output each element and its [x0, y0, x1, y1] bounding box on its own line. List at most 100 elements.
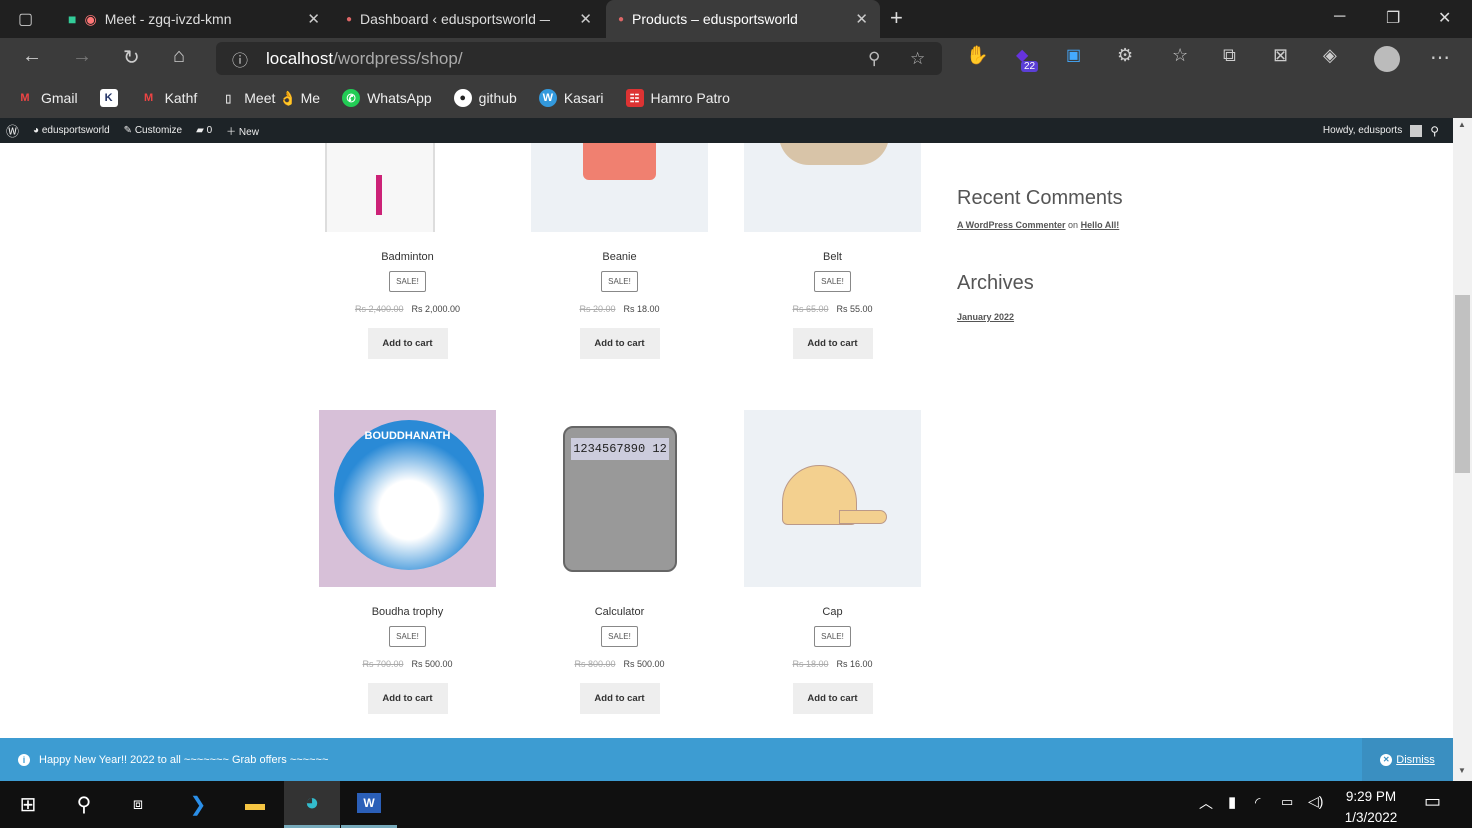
product-title[interactable]: Belt — [744, 251, 921, 263]
gmail-icon: M — [20, 92, 30, 104]
adminbar-customize[interactable]: ✎ Customize — [124, 125, 182, 136]
dashboard-icon: ◕ — [33, 125, 40, 136]
adminbar-site[interactable]: ◕ edusportsworld — [33, 125, 110, 136]
minimize-button[interactable]: ─ — [1334, 8, 1345, 26]
collections-icon[interactable]: ⧉ — [1223, 45, 1236, 66]
edge-button[interactable]: ◕ — [284, 781, 340, 828]
sale-price: Rs 2,000.00 — [411, 304, 461, 314]
scrollbar-thumb[interactable] — [1455, 295, 1470, 473]
add-to-cart-button[interactable]: Add to cart — [367, 683, 448, 714]
bookmark-meet-me[interactable]: ▯ Meet 👌 Me — [219, 89, 320, 107]
zoom-icon[interactable]: ⚲ — [868, 49, 880, 69]
more-menu-icon[interactable]: ⋯ — [1430, 45, 1450, 70]
scroll-down-icon[interactable]: ▼ — [1458, 766, 1466, 775]
tab-dashboard[interactable]: ● Dashboard ‹ edusportsworld — \ ✕ — [334, 0, 604, 38]
tab-meet[interactable]: ■ ◉ Meet - zgq-ivzd-kmn ✕ — [56, 0, 332, 38]
product-image-beanie[interactable] — [531, 143, 708, 232]
clock-date: 1/3/2022 — [1344, 810, 1398, 825]
dismiss-button[interactable]: ✕ Dismiss — [1362, 738, 1453, 781]
bookmark-kathf[interactable]: M Kathf — [140, 89, 197, 107]
microphone-icon[interactable]: ▮ — [1228, 793, 1236, 811]
favorites-icon[interactable]: ☆ — [1172, 45, 1188, 66]
product-image-boudha-trophy[interactable]: BOUDDHANATH — [319, 410, 496, 587]
search-icon: ⚲ — [76, 794, 92, 816]
bookmark-kasari[interactable]: W Kasari — [538, 89, 604, 107]
close-tab-icon[interactable]: ✕ — [307, 10, 320, 28]
volume-icon[interactable]: ◁) — [1308, 793, 1323, 810]
address-bar[interactable]: ⓘ localhost/wordpress/shop/ ⚲ ☆ — [216, 42, 942, 75]
product-price: Rs 800.00 Rs 500.00 — [531, 659, 708, 669]
restore-button[interactable]: ❐ — [1386, 8, 1400, 28]
product-card: 1234567890 12 Calculator SALE! Rs 800.00… — [531, 410, 708, 714]
bookmark-whatsapp[interactable]: ✆ WhatsApp — [342, 89, 432, 107]
add-to-cart-button[interactable]: Add to cart — [367, 328, 448, 359]
howdy-user[interactable]: Howdy, edusports — [1323, 125, 1402, 136]
sidebar: Recent Comments A WordPress Commenter on… — [957, 187, 1257, 325]
search-button[interactable]: ⚲ — [56, 781, 112, 828]
product-title[interactable]: Badminton — [319, 251, 496, 263]
extensions-icon[interactable]: ⚙ — [1117, 45, 1133, 66]
add-favorite-icon[interactable]: ☆ — [910, 49, 925, 69]
refresh-icon[interactable]: ↻ — [123, 45, 140, 70]
back-icon[interactable]: ← — [22, 45, 42, 68]
product-title[interactable]: Boudha trophy — [319, 606, 496, 618]
add-to-cart-button[interactable]: Add to cart — [579, 328, 660, 359]
sale-badge: SALE! — [389, 626, 426, 647]
product-title[interactable]: Cap — [744, 606, 921, 618]
profile-avatar[interactable] — [1374, 46, 1400, 72]
product-title[interactable]: Calculator — [531, 606, 708, 618]
bookmark-label: WhatsApp — [367, 90, 432, 106]
bookmark-k[interactable]: K — [99, 89, 118, 107]
extension-badge: 22 — [1021, 61, 1039, 72]
close-tab-icon[interactable]: ✕ — [855, 10, 868, 28]
add-to-cart-button[interactable]: Add to cart — [579, 683, 660, 714]
comment-post-link[interactable]: Hello All! — [1081, 220, 1120, 230]
word-button[interactable]: W — [341, 781, 397, 828]
wifi-icon[interactable]: ◜ — [1255, 794, 1260, 811]
close-tab-icon[interactable]: ✕ — [579, 10, 592, 28]
bookmark-hamro-patro[interactable]: ☷ Hamro Patro — [625, 89, 730, 107]
new-tab-button[interactable]: + — [890, 5, 903, 31]
clock[interactable]: 9:29 PM 1/3/2022 — [1336, 786, 1406, 828]
product-image-belt[interactable] — [744, 143, 921, 232]
comment-author-link[interactable]: A WordPress Commenter — [957, 220, 1066, 230]
old-price: Rs 700.00 — [362, 659, 404, 669]
vscode-button[interactable]: ❯ — [170, 781, 226, 828]
product-image-badminton[interactable] — [319, 143, 496, 232]
start-button[interactable]: ⊞ — [0, 781, 56, 828]
bookmark-label: Gmail — [41, 90, 78, 106]
tab-actions-icon[interactable]: ▢ — [18, 9, 33, 29]
product-image-cap[interactable] — [744, 410, 921, 587]
tab-label: Dashboard ‹ edusportsworld — \ — [360, 11, 551, 27]
product-card: Cap SALE! Rs 18.00 Rs 16.00 Add to cart — [744, 410, 921, 714]
meet-icon: ■ — [68, 11, 77, 27]
math-solver-icon[interactable]: ⊠ — [1273, 45, 1288, 66]
search-icon[interactable]: ⚲ — [1430, 124, 1439, 138]
forward-icon[interactable]: → — [72, 45, 92, 68]
file-explorer-button[interactable]: ▬ — [227, 781, 283, 828]
performance-icon[interactable]: ◈ — [1323, 45, 1337, 66]
scroll-up-icon[interactable]: ▲ — [1458, 120, 1466, 129]
task-view-button[interactable]: ⧈ — [110, 781, 166, 828]
home-icon[interactable]: ⌂ — [173, 45, 185, 68]
info-icon: i — [18, 753, 30, 766]
tab-products[interactable]: ● Products – edusportsworld ✕ — [606, 0, 880, 38]
bookmark-gmail[interactable]: M Gmail — [16, 89, 78, 107]
archive-link[interactable]: January 2022 — [957, 312, 1014, 322]
battery-icon[interactable]: ▭ — [1281, 794, 1293, 810]
extension-stop-icon[interactable]: ✋ — [966, 45, 988, 66]
extension-fi-icon[interactable]: ▣ — [1066, 45, 1081, 65]
adminbar-comments[interactable]: ▰ 0 — [196, 125, 212, 136]
add-to-cart-button[interactable]: Add to cart — [792, 683, 873, 714]
product-image-calculator[interactable]: 1234567890 12 — [531, 410, 708, 587]
product-title[interactable]: Beanie — [531, 251, 708, 263]
show-hidden-icons[interactable]: ︿ — [1199, 793, 1213, 813]
close-window-button[interactable]: ✕ — [1438, 8, 1451, 28]
add-to-cart-button[interactable]: Add to cart — [792, 328, 873, 359]
old-price: Rs 65.00 — [792, 304, 829, 314]
task-view-icon: ⧈ — [132, 795, 144, 813]
bookmark-github[interactable]: ● github — [453, 89, 517, 107]
notifications-icon[interactable]: ▭ — [1424, 791, 1441, 812]
adminbar-new[interactable]: ＋ New — [226, 123, 259, 138]
wordpress-logo-icon[interactable]: Ⓦ — [6, 121, 19, 140]
